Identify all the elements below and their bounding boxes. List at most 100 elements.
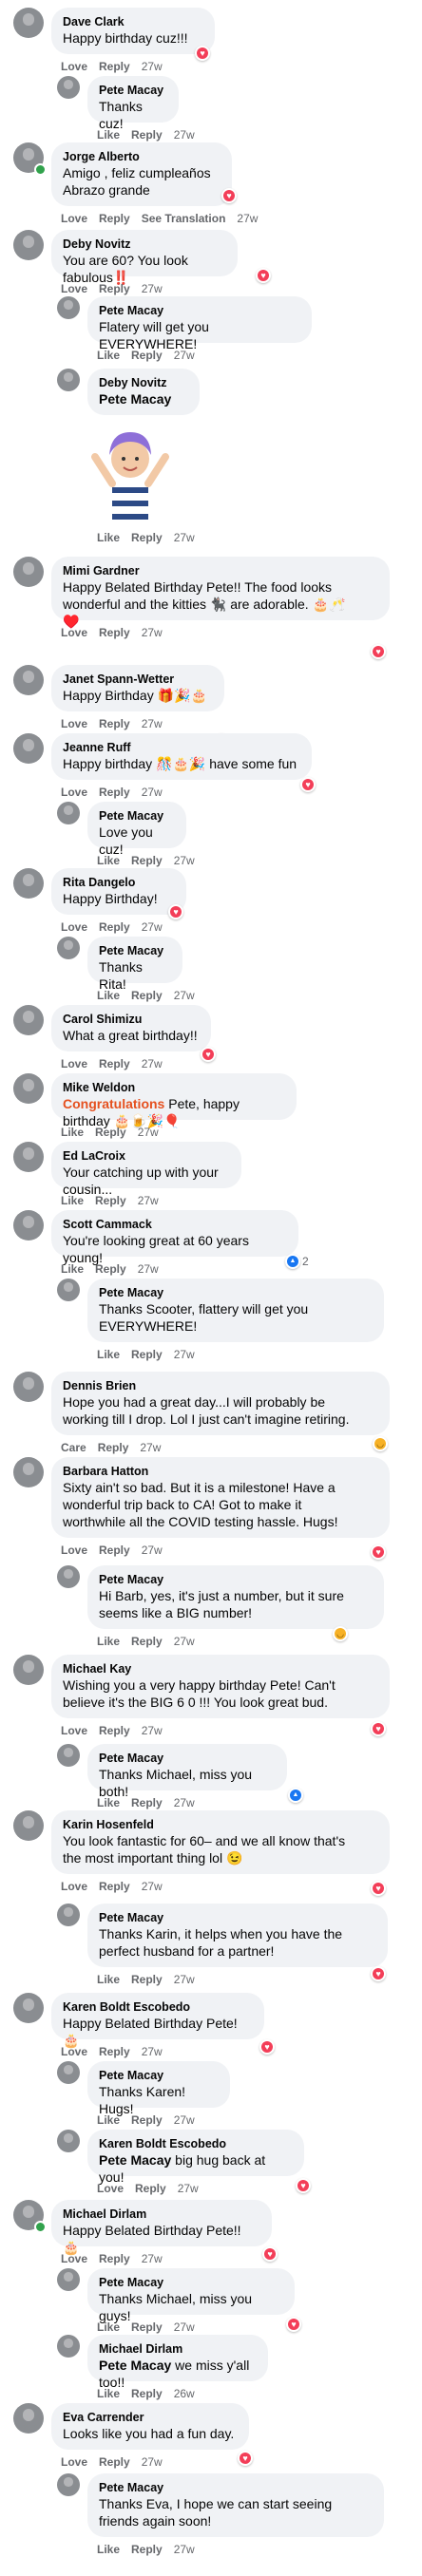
avatar[interactable] bbox=[13, 1210, 44, 1241]
react-button[interactable]: Love bbox=[61, 282, 87, 295]
timestamp[interactable]: 27w bbox=[174, 128, 195, 142]
reply-button[interactable]: Reply bbox=[131, 531, 163, 544]
commenter-name[interactable]: Janet Spann-Wetter bbox=[63, 672, 213, 687]
avatar[interactable] bbox=[57, 937, 80, 959]
love-reaction-icon[interactable] bbox=[221, 188, 237, 203]
reply-button[interactable]: Reply bbox=[99, 1057, 130, 1070]
timestamp[interactable]: 27w bbox=[140, 1441, 161, 1454]
timestamp[interactable]: 27w bbox=[142, 1544, 163, 1557]
commenter-name[interactable]: Jeanne Ruff bbox=[63, 740, 300, 755]
reply-button[interactable]: Reply bbox=[99, 282, 130, 295]
react-button[interactable]: Like bbox=[97, 2113, 120, 2127]
react-button[interactable]: Like bbox=[97, 531, 120, 544]
reply-button[interactable]: Reply bbox=[131, 1348, 163, 1361]
avatar[interactable] bbox=[57, 1565, 80, 1588]
timestamp[interactable]: 27w bbox=[142, 282, 163, 295]
timestamp[interactable]: 27w bbox=[138, 1194, 159, 1207]
timestamp[interactable]: 27w bbox=[142, 2252, 163, 2265]
avatar[interactable] bbox=[57, 1904, 80, 1926]
love-reaction-icon[interactable] bbox=[262, 2246, 278, 2262]
commenter-name[interactable]: Barbara Hatton bbox=[63, 1464, 378, 1479]
reply-button[interactable]: Reply bbox=[98, 1441, 129, 1454]
timestamp[interactable]: 27w bbox=[142, 626, 163, 639]
timestamp[interactable]: 27w bbox=[178, 2182, 199, 2195]
commenter-name[interactable]: Pete Macay bbox=[99, 2480, 373, 2495]
avatar[interactable] bbox=[13, 1073, 44, 1104]
commenter-name[interactable]: Pete Macay bbox=[99, 1910, 376, 1925]
reply-button[interactable]: Reply bbox=[99, 626, 130, 639]
reply-button[interactable]: Reply bbox=[131, 854, 163, 867]
avatar[interactable] bbox=[13, 1142, 44, 1172]
react-button[interactable]: Like bbox=[97, 349, 120, 362]
commenter-name[interactable]: Karen Boldt Escobedo bbox=[63, 1999, 253, 2015]
timestamp[interactable]: 27w bbox=[174, 1796, 195, 1809]
love-reaction-icon[interactable] bbox=[371, 1966, 386, 1981]
commenter-name[interactable]: Pete Macay bbox=[99, 2275, 283, 2290]
react-button[interactable]: Like bbox=[97, 1635, 120, 1648]
timestamp[interactable]: 27w bbox=[138, 1126, 159, 1139]
reply-button[interactable]: Reply bbox=[99, 2045, 130, 2058]
reply-button[interactable]: Reply bbox=[99, 2252, 130, 2265]
reply-button[interactable]: Reply bbox=[131, 2320, 163, 2334]
tagged-name-link[interactable]: Pete Macay bbox=[99, 2152, 171, 2168]
react-button[interactable]: Like bbox=[97, 2543, 120, 2556]
react-button[interactable]: Love bbox=[61, 626, 87, 639]
commenter-name[interactable]: Karin Hosenfeld bbox=[63, 1817, 378, 1832]
timestamp[interactable]: 27w bbox=[174, 2543, 195, 2556]
react-button[interactable]: Love bbox=[61, 920, 87, 934]
love-reaction-icon[interactable] bbox=[201, 1047, 216, 1062]
like-reaction-icon[interactable] bbox=[285, 1254, 300, 1269]
timestamp[interactable]: 27w bbox=[174, 2320, 195, 2334]
timestamp[interactable]: 27w bbox=[174, 2113, 195, 2127]
commenter-name[interactable]: Scott Cammack bbox=[63, 1217, 287, 1232]
avatar[interactable] bbox=[57, 1279, 80, 1301]
react-button[interactable]: Love bbox=[61, 1724, 87, 1737]
react-button[interactable]: Love bbox=[61, 2045, 87, 2058]
timestamp[interactable]: 27w bbox=[142, 1057, 163, 1070]
commenter-name[interactable]: Mimi Gardner bbox=[63, 563, 378, 578]
love-reaction-icon[interactable] bbox=[371, 1721, 386, 1736]
commenter-name[interactable]: Dave Clark bbox=[63, 14, 203, 29]
tagged-name-link[interactable]: Pete Macay bbox=[99, 2358, 171, 2373]
commenter-name[interactable]: Michael Dirlam bbox=[99, 2341, 257, 2357]
timestamp[interactable]: 27w bbox=[174, 854, 195, 867]
reply-button[interactable]: Reply bbox=[131, 2387, 163, 2400]
commenter-name[interactable]: Karen Boldt Escobedo bbox=[99, 2136, 293, 2151]
react-button[interactable]: Love bbox=[61, 212, 87, 225]
avatar[interactable] bbox=[57, 76, 80, 99]
reply-button[interactable]: Reply bbox=[131, 989, 163, 1002]
avatar[interactable] bbox=[13, 733, 44, 764]
haha-reaction-icon[interactable] bbox=[373, 1436, 388, 1451]
love-reaction-icon[interactable] bbox=[371, 644, 386, 659]
love-reaction-icon[interactable] bbox=[168, 904, 183, 919]
timestamp[interactable]: 27w bbox=[174, 1973, 195, 1986]
reply-button[interactable]: Reply bbox=[99, 1724, 130, 1737]
react-button[interactable]: Love bbox=[97, 2182, 124, 2195]
avatar[interactable] bbox=[13, 1005, 44, 1035]
avatar[interactable] bbox=[57, 2130, 80, 2152]
react-button[interactable]: Like bbox=[61, 1126, 84, 1139]
react-button[interactable]: Like bbox=[61, 1194, 84, 1207]
avatar[interactable] bbox=[13, 1372, 44, 1402]
react-button[interactable]: Like bbox=[97, 854, 120, 867]
avatar[interactable] bbox=[13, 1993, 44, 2023]
avatar[interactable] bbox=[57, 2268, 80, 2291]
avatar[interactable] bbox=[13, 1655, 44, 1685]
react-button[interactable]: Love bbox=[61, 786, 87, 799]
reply-button[interactable]: Reply bbox=[99, 1880, 130, 1893]
avatar[interactable] bbox=[13, 8, 44, 38]
react-button[interactable]: Like bbox=[97, 2320, 120, 2334]
love-reaction-icon[interactable] bbox=[300, 777, 316, 792]
react-button[interactable]: Love bbox=[61, 2252, 87, 2265]
avatar[interactable] bbox=[13, 665, 44, 695]
timestamp[interactable]: 27w bbox=[142, 717, 163, 730]
reply-button[interactable]: Reply bbox=[131, 1973, 163, 1986]
timestamp[interactable]: 27w bbox=[174, 1348, 195, 1361]
reply-button[interactable]: Reply bbox=[99, 2455, 130, 2469]
commenter-name[interactable]: Pete Macay bbox=[99, 2068, 219, 2083]
commenter-name[interactable]: Deby Novitz bbox=[99, 375, 188, 390]
haha-reaction-icon[interactable] bbox=[333, 1626, 348, 1641]
avatar[interactable] bbox=[57, 369, 80, 391]
like-reaction-icon[interactable] bbox=[288, 1788, 303, 1803]
tagged-name-link[interactable]: Pete Macay bbox=[99, 391, 171, 407]
